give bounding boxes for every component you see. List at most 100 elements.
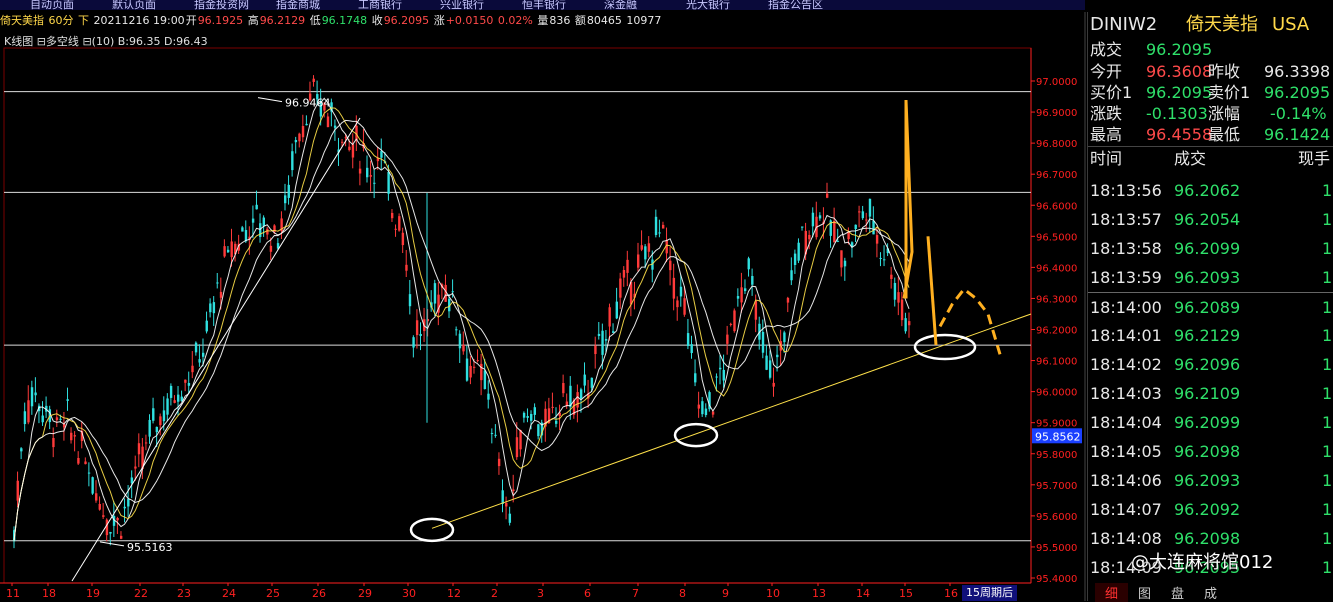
tick-row[interactable]: 18:14:03 96.2109 1 bbox=[1088, 379, 1333, 408]
panel-region: USA bbox=[1272, 14, 1310, 35]
panel-tabs: 细图盘成 bbox=[1095, 583, 1227, 602]
candle-body bbox=[840, 250, 843, 268]
candle-body bbox=[501, 490, 504, 504]
candle-body bbox=[854, 224, 857, 230]
candle-body bbox=[134, 466, 137, 469]
candle-body bbox=[387, 172, 390, 194]
candle-body bbox=[776, 354, 779, 358]
tick-time: 18:14:07 bbox=[1090, 500, 1162, 519]
candle-body bbox=[597, 333, 601, 336]
current-price-label: 95.8562 bbox=[1035, 430, 1081, 443]
tick-price: 96.2089 bbox=[1174, 298, 1241, 317]
tick-time: 18:13:56 bbox=[1090, 181, 1162, 200]
candle-body bbox=[579, 389, 583, 399]
moving-averages bbox=[13, 97, 910, 542]
candle-body bbox=[644, 246, 647, 260]
chgpct-value: -0.14% bbox=[1270, 104, 1327, 123]
candle-body bbox=[843, 260, 847, 267]
candle-body bbox=[401, 232, 405, 246]
candle-body bbox=[672, 277, 676, 299]
tick-row[interactable]: 18:13:57 96.2054 1 bbox=[1088, 205, 1333, 234]
tick-price: 96.2093 bbox=[1174, 471, 1241, 490]
candle-body bbox=[676, 300, 679, 308]
candle-body bbox=[144, 442, 148, 444]
tick-row[interactable]: 18:13:59 96.2093 1 bbox=[1088, 263, 1333, 292]
candle-body bbox=[626, 259, 629, 273]
lo-value: 96.1424 bbox=[1264, 125, 1331, 144]
annotations: 96.9464 95.5163 bbox=[99, 97, 1002, 554]
tick-row[interactable]: 18:14:01 96.2129 1 bbox=[1088, 321, 1333, 350]
panel-tab[interactable]: 成 bbox=[1194, 583, 1227, 602]
candle-body bbox=[312, 78, 315, 82]
candle-body bbox=[348, 146, 351, 151]
candle-body bbox=[825, 193, 829, 198]
candle-body bbox=[711, 411, 715, 415]
tick-row[interactable]: 18:14:05 96.2098 1 bbox=[1088, 437, 1333, 466]
candle-body bbox=[191, 365, 194, 373]
x-tick-label: 25 bbox=[266, 587, 280, 600]
tick-vol: 1 bbox=[1322, 355, 1333, 374]
candle-body bbox=[505, 502, 508, 507]
candle-body bbox=[184, 379, 187, 383]
tick-row[interactable]: 18:14:00 96.2089 1 bbox=[1088, 292, 1333, 322]
last-price: 96.2095 bbox=[1146, 40, 1213, 59]
quote-panel: DINIW2 倚天美指 USA 成交 96.2095 今开 96.3608 昨收… bbox=[1087, 12, 1333, 601]
candle-body bbox=[159, 416, 162, 426]
tick-vol: 1 bbox=[1322, 210, 1333, 229]
candle-body bbox=[283, 195, 287, 204]
candle-body bbox=[783, 332, 786, 343]
panel-tab[interactable]: 图 bbox=[1128, 583, 1161, 602]
y-tick-label: 96.1000 bbox=[1036, 357, 1077, 368]
tick-time: 18:14:01 bbox=[1090, 326, 1162, 345]
candle-body bbox=[793, 253, 797, 266]
candlestick-chart[interactable]: 97.0000 96.9000 96.8000 96.7000 96.6000 96.50… bbox=[0, 0, 1086, 601]
candle-body bbox=[119, 535, 123, 539]
today-open: 96.3608 bbox=[1146, 62, 1213, 81]
tick-price: 96.2054 bbox=[1174, 210, 1241, 229]
candle-body bbox=[366, 167, 369, 178]
candle-body bbox=[451, 291, 454, 293]
y-tick-label: 95.8000 bbox=[1036, 450, 1077, 461]
candle-body bbox=[59, 418, 62, 420]
tick-time: 18:14:00 bbox=[1090, 298, 1162, 317]
tick-price: 96.2092 bbox=[1174, 500, 1241, 519]
x-tick-label: 9 bbox=[722, 587, 729, 600]
tick-row[interactable]: 18:13:56 96.2062 1 bbox=[1088, 176, 1333, 205]
candle-body bbox=[462, 345, 465, 352]
candle-body bbox=[226, 249, 230, 253]
candle-body bbox=[177, 394, 180, 402]
candle-body bbox=[904, 318, 907, 332]
tick-row[interactable]: 18:14:04 96.2099 1 bbox=[1088, 408, 1333, 437]
panel-tab[interactable]: 盘 bbox=[1161, 583, 1194, 602]
candle-body bbox=[619, 278, 622, 298]
tick-row[interactable]: 18:14:07 96.2092 1 bbox=[1088, 495, 1333, 524]
y-tick-label: 97.0000 bbox=[1036, 77, 1077, 88]
candle-body bbox=[70, 432, 73, 441]
candle-body bbox=[694, 373, 697, 383]
candle-body bbox=[629, 281, 633, 305]
candle-body bbox=[654, 216, 658, 235]
trend-lines bbox=[71, 117, 1032, 582]
candle-body bbox=[729, 323, 733, 325]
horizontal-levels: 95.8562 bbox=[4, 91, 1082, 542]
cycle-button[interactable]: 15周期后 bbox=[962, 585, 1017, 601]
candle-body bbox=[879, 257, 882, 259]
tick-row[interactable]: 18:13:58 96.2099 1 bbox=[1088, 234, 1333, 263]
candle-body bbox=[686, 333, 690, 347]
candle-body bbox=[704, 408, 708, 416]
circled-low bbox=[409, 517, 455, 543]
candle-body bbox=[883, 259, 886, 261]
hi-value: 96.4558 bbox=[1146, 125, 1213, 144]
candle-body bbox=[615, 301, 619, 319]
tick-vol: 1 bbox=[1322, 326, 1333, 345]
candle-body bbox=[209, 303, 212, 313]
tick-row[interactable]: 18:14:06 96.2093 1 bbox=[1088, 466, 1333, 495]
candle-body bbox=[77, 458, 80, 464]
y-tick-label: 96.3000 bbox=[1036, 294, 1077, 305]
tick-row[interactable]: 18:14:02 96.2096 1 bbox=[1088, 350, 1333, 379]
tick-price: 96.2099 bbox=[1174, 239, 1241, 258]
x-tick-label: 7 bbox=[632, 587, 639, 600]
candle-body bbox=[369, 175, 372, 177]
x-tick-label: 10 bbox=[766, 587, 780, 600]
panel-tab[interactable]: 细 bbox=[1095, 583, 1128, 602]
